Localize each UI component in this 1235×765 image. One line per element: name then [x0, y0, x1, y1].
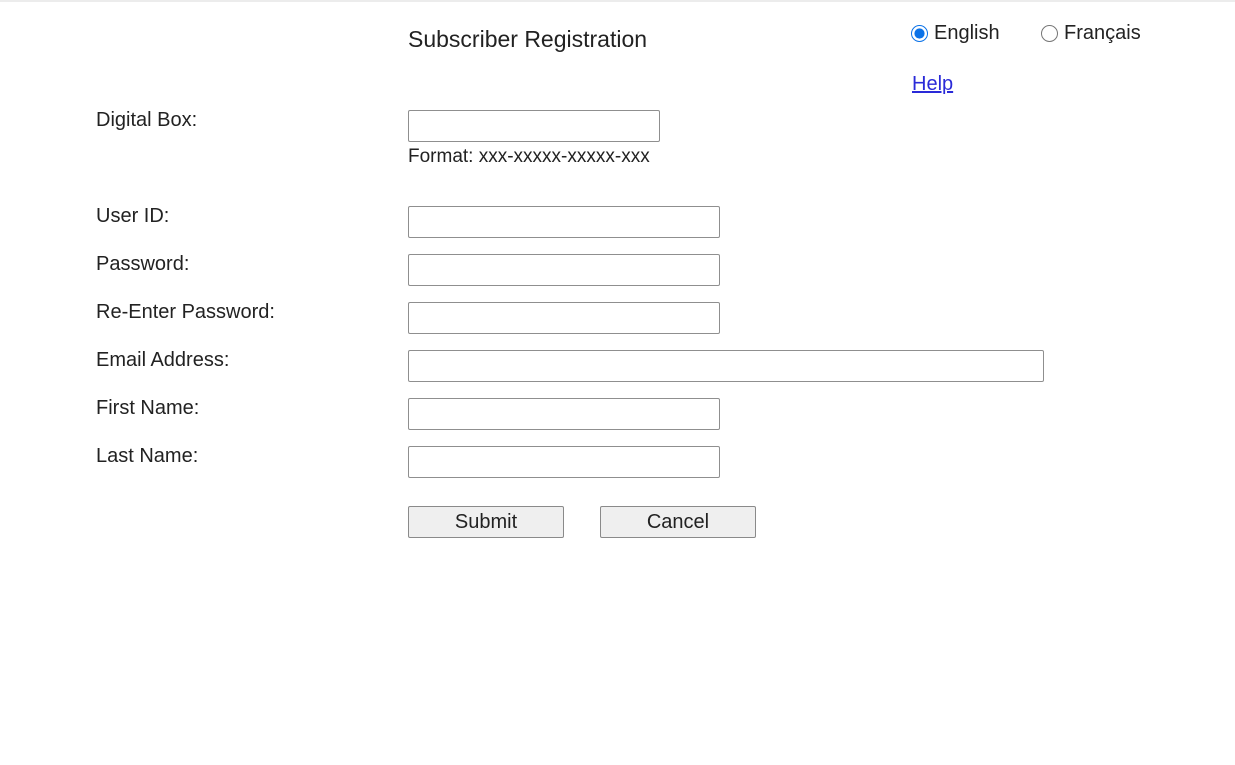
reenter-password-input[interactable]	[408, 302, 720, 334]
cancel-button[interactable]: Cancel	[600, 506, 756, 538]
user-id-input[interactable]	[408, 206, 720, 238]
first-name-input[interactable]	[408, 398, 720, 430]
digital-box-label: Digital Box:	[96, 109, 198, 131]
digital-box-input[interactable]	[408, 110, 660, 142]
help-link[interactable]: Help	[912, 73, 953, 96]
reenter-password-label: Re-Enter Password:	[96, 301, 275, 323]
top-border	[0, 0, 1235, 2]
page-title: Subscriber Registration	[408, 26, 648, 52]
password-label: Password:	[96, 253, 190, 275]
last-name-input[interactable]	[408, 446, 720, 478]
last-name-label: Last Name:	[96, 445, 199, 467]
french-radio[interactable]	[1041, 25, 1058, 42]
email-input[interactable]	[408, 350, 1044, 382]
language-option-english[interactable]: English	[911, 22, 1000, 45]
french-label: Français	[1064, 22, 1141, 44]
english-label: English	[934, 22, 1000, 44]
user-id-label: User ID:	[96, 205, 170, 227]
digital-box-format-hint: Format: xxx-xxxxx-xxxxx-xxx	[408, 146, 650, 167]
english-radio[interactable]	[911, 25, 928, 42]
language-option-french[interactable]: Français	[1041, 22, 1141, 45]
email-label: Email Address:	[96, 349, 230, 371]
first-name-label: First Name:	[96, 397, 200, 419]
password-input[interactable]	[408, 254, 720, 286]
submit-button[interactable]: Submit	[408, 506, 564, 538]
